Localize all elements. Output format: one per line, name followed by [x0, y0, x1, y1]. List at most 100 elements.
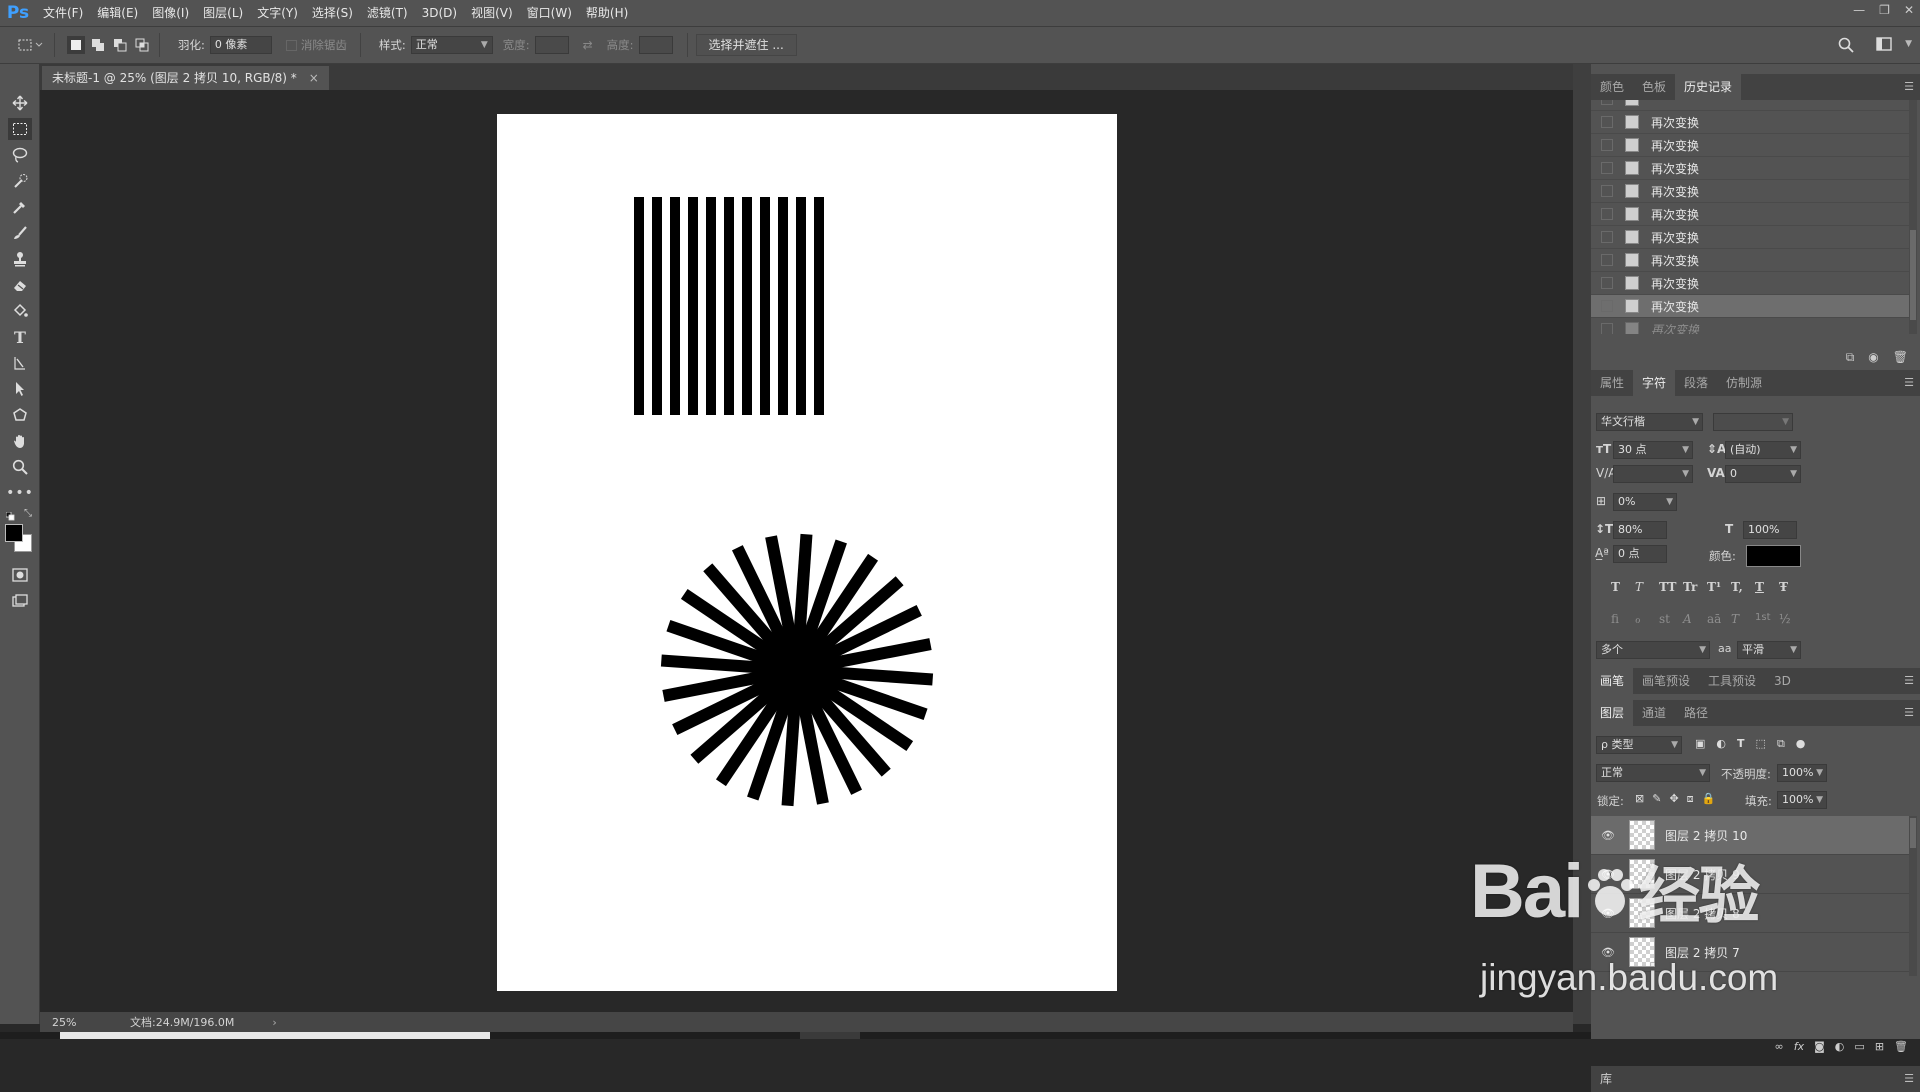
history-checkbox[interactable]: [1601, 208, 1613, 220]
fractions-button[interactable]: ½: [1779, 612, 1803, 626]
lock-artboard-icon[interactable]: ⧈: [1687, 792, 1694, 806]
history-checkbox[interactable]: [1601, 162, 1613, 174]
minimize-icon[interactable]: —: [1853, 3, 1865, 17]
underline-button[interactable]: T: [1755, 580, 1779, 594]
eye-icon[interactable]: 👁: [1601, 868, 1617, 881]
eye-icon[interactable]: 👁: [1601, 829, 1617, 842]
direct-select-tool-icon[interactable]: [8, 378, 32, 400]
history-item[interactable]: 再次变换: [1591, 180, 1909, 203]
contextual-alternates-button[interactable]: st: [1659, 612, 1683, 626]
eye-icon[interactable]: 👁: [1601, 907, 1617, 920]
marquee-tool-icon[interactable]: [8, 118, 32, 140]
tab-layers[interactable]: 图层: [1591, 700, 1634, 726]
swash-button[interactable]: A: [1683, 612, 1707, 626]
restore-icon[interactable]: ❐: [1879, 3, 1890, 17]
lock-transparent-icon[interactable]: ⊠: [1635, 792, 1644, 806]
tracking-input[interactable]: 0 ▼: [1725, 465, 1801, 483]
panel-menu-icon[interactable]: ☰: [1904, 674, 1914, 687]
screen-mode-icon[interactable]: [8, 590, 32, 612]
subtract-selection-icon[interactable]: [111, 36, 129, 54]
history-item[interactable]: 再次变换: [1591, 134, 1909, 157]
history-item[interactable]: 再次变换: [1591, 318, 1909, 334]
filter-smart-object-icon[interactable]: ⧉: [1777, 737, 1785, 751]
menu-help[interactable]: 帮助(H): [579, 0, 635, 26]
history-item[interactable]: 再次变换: [1591, 249, 1909, 272]
history-item[interactable]: 再次变换: [1591, 226, 1909, 249]
add-selection-icon[interactable]: [89, 36, 107, 54]
quick-select-tool-icon[interactable]: [8, 170, 32, 192]
history-item[interactable]: 再次变换: [1591, 157, 1909, 180]
tab-library[interactable]: 库: [1591, 1066, 1621, 1092]
intersect-selection-icon[interactable]: [133, 36, 151, 54]
toolbar-grip[interactable]: [6, 68, 34, 72]
strikethrough-button[interactable]: Ŧ: [1779, 580, 1803, 594]
kerning-input[interactable]: ▼: [1613, 465, 1693, 483]
panel-menu-icon[interactable]: ☰: [1904, 376, 1914, 389]
tab-history[interactable]: 历史记录: [1675, 74, 1742, 100]
layers-scroll-thumb[interactable]: [1910, 818, 1916, 848]
menu-select[interactable]: 选择(S): [305, 0, 360, 26]
link-layers-icon[interactable]: ∞: [1775, 1040, 1784, 1053]
new-document-from-state-icon[interactable]: ⧉: [1846, 350, 1855, 365]
menu-edit[interactable]: 编辑(E): [90, 0, 145, 26]
path-select-tool-icon[interactable]: [8, 352, 32, 374]
marquee-preset-icon[interactable]: [16, 36, 46, 54]
zoom-tool-icon[interactable]: [8, 456, 32, 478]
ligatures-button[interactable]: fi: [1611, 612, 1635, 626]
menu-image[interactable]: 图像(I): [145, 0, 196, 26]
history-scroll-thumb[interactable]: [1910, 230, 1916, 320]
stylistic-alternates-button[interactable]: aā: [1707, 612, 1731, 626]
quick-mask-icon[interactable]: [8, 564, 32, 586]
new-selection-icon[interactable]: [67, 36, 85, 54]
history-scrollbar[interactable]: [1909, 100, 1917, 334]
small-caps-button[interactable]: Tr: [1683, 580, 1707, 594]
document-canvas[interactable]: [497, 114, 1117, 991]
menu-type[interactable]: 文字(Y): [250, 0, 305, 26]
history-checkbox[interactable]: [1601, 300, 1613, 312]
default-colors-icon[interactable]: [5, 510, 15, 521]
layer-mask-icon[interactable]: ◙: [1814, 1040, 1825, 1053]
shape-tool-icon[interactable]: [8, 404, 32, 426]
brush-tool-icon[interactable]: [8, 222, 32, 244]
layer-row[interactable]: 👁 图层 2 拷贝 7: [1591, 933, 1909, 972]
history-item[interactable]: 再次变换: [1591, 111, 1909, 134]
panel-menu-icon[interactable]: ☰: [1904, 1072, 1914, 1085]
menu-layer[interactable]: 图层(L): [196, 0, 250, 26]
faux-bold-button[interactable]: T: [1611, 580, 1635, 594]
close-tab-icon[interactable]: ×: [309, 66, 319, 90]
more-tools-icon[interactable]: •••: [6, 482, 33, 504]
tab-swatches[interactable]: 色板: [1633, 74, 1675, 100]
style-select[interactable]: 正常 ▼: [410, 36, 493, 54]
filter-type-icon[interactable]: T: [1737, 737, 1745, 751]
type-tool-icon[interactable]: T: [8, 326, 32, 348]
ordinals-button[interactable]: 1st: [1755, 612, 1779, 626]
layer-row-selected[interactable]: 👁 图层 2 拷贝 10: [1591, 816, 1909, 855]
antialias-checkbox[interactable]: [285, 39, 297, 51]
zoom-level[interactable]: 25%: [52, 1016, 92, 1029]
search-icon[interactable]: [1838, 37, 1854, 56]
tab-paths[interactable]: 路径: [1675, 700, 1717, 726]
tab-paragraph[interactable]: 段落: [1675, 370, 1717, 396]
workspace-chevron-icon[interactable]: ▼: [1905, 39, 1912, 49]
filter-shape-icon[interactable]: ⬚: [1756, 737, 1766, 751]
faux-italic-button[interactable]: T: [1635, 580, 1659, 594]
language-select[interactable]: 多个 ▼: [1596, 641, 1710, 659]
discretionary-ligatures-button[interactable]: ℴ: [1635, 612, 1659, 626]
horizontal-scale-input[interactable]: 100%: [1743, 521, 1797, 539]
filter-pixel-icon[interactable]: ▣: [1695, 737, 1705, 751]
proportional-spacing-input[interactable]: 0% ▼: [1613, 493, 1677, 511]
menu-3d[interactable]: 3D(D): [415, 0, 464, 26]
lock-all-icon[interactable]: 🔒: [1702, 792, 1716, 806]
tab-properties[interactable]: 属性: [1591, 370, 1633, 396]
text-color-swatch[interactable]: [1746, 545, 1801, 567]
history-item[interactable]: [1591, 100, 1909, 111]
opacity-input[interactable]: 100% ▼: [1777, 764, 1827, 782]
foreground-color-swatch[interactable]: [5, 524, 23, 542]
tab-3d[interactable]: 3D: [1765, 668, 1800, 694]
menu-file[interactable]: 文件(F): [36, 0, 90, 26]
eyedropper-tool-icon[interactable]: [8, 196, 32, 218]
status-menu-arrow[interactable]: ›: [272, 1016, 276, 1029]
select-and-mask-button[interactable]: 选择并遮住 ...: [695, 34, 797, 56]
eraser-tool-icon[interactable]: [8, 274, 32, 296]
new-group-icon[interactable]: ▭: [1854, 1040, 1864, 1053]
